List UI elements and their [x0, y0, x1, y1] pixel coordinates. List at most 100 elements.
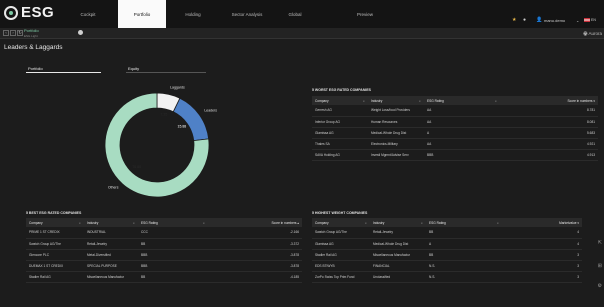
column-header-company[interactable]: Company ⌕: [312, 96, 368, 105]
top-navigation: ESG Cockpit Portfolio Holding Sector Ana…: [0, 0, 604, 28]
chevron-down-icon[interactable]: ⌄: [576, 18, 579, 26]
column-header-score[interactable]: Score in numbers ▾: [500, 96, 598, 105]
search-icon[interactable]: ⌕: [497, 221, 499, 225]
table-row[interactable]: Glamissa AG Medical-Whole Drug Dist A 4: [312, 238, 582, 250]
table-row[interactable]: Stadler Rail AG Miscellaneous Manufactur B…: [312, 249, 582, 261]
table-cell: Human Resources: [368, 116, 424, 128]
subtab-portfolio[interactable]: Portfolio: [28, 66, 43, 71]
language-label[interactable]: EN: [591, 18, 596, 26]
column-header-marketvalue[interactable]: Marketvalue ▾: [502, 218, 582, 227]
nav-tab-holding[interactable]: Holding: [168, 0, 218, 28]
column-header-score[interactable]: Score in numbers ▴: [208, 218, 302, 227]
table-row[interactable]: PRIME 1 ST CREDIX INDUSTRIAL CCC -2.166: [26, 227, 302, 239]
search-icon[interactable]: ⌕: [365, 221, 367, 225]
table-cell: Weight Loss/food Providers: [368, 105, 424, 117]
table-row[interactable]: Inferior Group AG Human Resources AA 8.081: [312, 116, 598, 128]
column-header-company[interactable]: Company ⌕: [26, 218, 84, 227]
expand-icon[interactable]: ⇱: [598, 240, 602, 246]
table-cell: Miscellaneous Manufactur: [84, 271, 138, 283]
table-cell: SAVA Holding AG: [312, 149, 368, 161]
sort-up-icon[interactable]: ▴: [297, 221, 299, 225]
table-cell: BB: [426, 249, 502, 261]
star-icon[interactable]: ★: [512, 17, 516, 25]
refresh-icon[interactable]: ↻: [17, 30, 23, 36]
search-icon[interactable]: ⌕: [421, 221, 423, 225]
nav-tab-sector-analysis[interactable]: Sector Analysis: [222, 0, 272, 28]
page-title: Leaders & Laggards: [4, 44, 63, 51]
nav-tab-portfolio[interactable]: Portfolio: [118, 0, 166, 28]
settings-icon[interactable]: ⚙: [598, 283, 602, 289]
sort-down-icon[interactable]: ▾: [577, 221, 579, 225]
table-cell: AA: [424, 116, 500, 128]
search-icon[interactable]: ⌕: [133, 221, 135, 225]
user-name[interactable]: manu.demo: [544, 18, 565, 26]
table-cell: -3.878: [208, 249, 302, 261]
toolbar-right-label: Aurora: [588, 31, 602, 36]
table-row[interactable]: ZurPo Swiss Top Prim Fund Unclassified N.S…: [312, 271, 582, 283]
flag-icon: [584, 18, 590, 26]
highest-weight-table: Company ⌕ Industry ⌕ ESG Rating ⌕ Market…: [312, 218, 582, 283]
close-tab-icon[interactable]: [78, 30, 83, 35]
info-icon[interactable]: ●: [523, 17, 526, 25]
column-header-industry[interactable]: Industry ⌕: [368, 96, 424, 105]
table-cell: -3.372: [208, 238, 302, 250]
subtab-equity-underline: [126, 72, 206, 73]
subtab-equity[interactable]: Equity: [128, 66, 139, 71]
table-cell: Medical-Whole Drug Dist: [368, 127, 424, 139]
table-row[interactable]: Swatch Group AG/The Retail-Jewelry BB 4: [312, 227, 582, 239]
table-row[interactable]: Thales SA Electronics-Military AA 4.921: [312, 138, 598, 150]
column-header-industry[interactable]: Industry ⌕: [84, 218, 138, 227]
toolbar-right[interactable]: 🖶 Aurora: [583, 30, 602, 38]
table-cell: ZurPo Swiss Top Prim Fund: [312, 271, 370, 283]
column-header-company[interactable]: Company ⌕: [312, 218, 370, 227]
sort-down-icon[interactable]: ▾: [593, 99, 595, 103]
user-icon[interactable]: 👤: [536, 17, 542, 25]
table-row[interactable]: EDS BTIWYB FINANCIAL N.S. 3: [312, 260, 582, 272]
search-icon[interactable]: ⌕: [419, 99, 421, 103]
table-cell: 3: [502, 271, 582, 283]
table-cell: Inferior Group AG: [312, 116, 368, 128]
search-icon[interactable]: ⌕: [203, 221, 205, 225]
column-header-esg-rating[interactable]: ESG Rating ⌕: [426, 218, 502, 227]
table-cell: Investl Mgmnt/Advise Serv: [368, 149, 424, 161]
open-tab-portfolio[interactable]: Portfolio ESG Light: [24, 28, 84, 38]
column-header-esg-rating[interactable]: ESG Rating ⌕: [424, 96, 500, 105]
table-cell: N.S.: [426, 271, 502, 283]
nav-tab-preview[interactable]: Preview: [330, 0, 400, 28]
search-icon[interactable]: ⌕: [495, 99, 497, 103]
nav-tab-global[interactable]: Global: [272, 0, 318, 28]
table-row[interactable]: Glencore PLC Metal-Diversified BBB -3.878: [26, 249, 302, 261]
print-icon[interactable]: 🖶: [583, 31, 587, 36]
table-cell: Stadler Rail AG: [312, 249, 370, 261]
table-row[interactable]: Swatch Group AG/The Retail-Jewelry BB -3.37…: [26, 238, 302, 250]
donut-category-label: Leaders: [204, 108, 217, 112]
table-cell: PRIME 1 ST CREDIX: [26, 227, 84, 239]
table-cell: 3: [502, 249, 582, 261]
search-icon[interactable]: ⌕: [79, 221, 81, 225]
table-cell: Retail-Jewelry: [370, 227, 426, 239]
table-row[interactable]: Gerresh AG Weight Loss/food Providers AA 8.…: [312, 105, 598, 117]
donut-slice-leaders[interactable]: [172, 97, 210, 142]
search-icon[interactable]: ⌕: [363, 99, 365, 103]
table-cell: A: [426, 238, 502, 250]
table-cell: Electronics-Military: [368, 138, 424, 150]
table-row[interactable]: SAVA Holding AG Investl Mgmnt/Advise Serv…: [312, 149, 598, 161]
toolbar: ‹ › ↻ Portfolio ESG Light 🖶 Aurora: [0, 28, 604, 39]
grid-icon[interactable]: ⊞: [598, 263, 602, 269]
table-cell: -2.166: [208, 227, 302, 239]
table-row[interactable]: Glamissa AG Medical-Whole Drug Dist A 5.683: [312, 127, 598, 139]
donut-value-label: 15.88: [178, 124, 187, 128]
table-cell: 4.913: [500, 149, 598, 161]
nav-forward-icon[interactable]: ›: [10, 30, 16, 36]
nav-tab-cockpit[interactable]: Cockpit: [60, 0, 116, 28]
table-cell: BBB: [138, 249, 208, 261]
table-row[interactable]: DUEMAX 1 ST CREDIX SPECIAL PURPOSE BBB -3.8…: [26, 260, 302, 272]
esg-logo[interactable]: ESG: [4, 4, 54, 21]
column-header-esg-rating[interactable]: ESG Rating ⌕: [138, 218, 208, 227]
column-header-industry[interactable]: Industry ⌕: [370, 218, 426, 227]
table-row[interactable]: Stadler Rail AG Miscellaneous Manufactur B…: [26, 271, 302, 283]
table-cell: 3: [502, 260, 582, 272]
donut-value-label: 76.88: [132, 165, 141, 169]
table-cell: CCC: [138, 227, 208, 239]
nav-back-icon[interactable]: ‹: [3, 30, 9, 36]
